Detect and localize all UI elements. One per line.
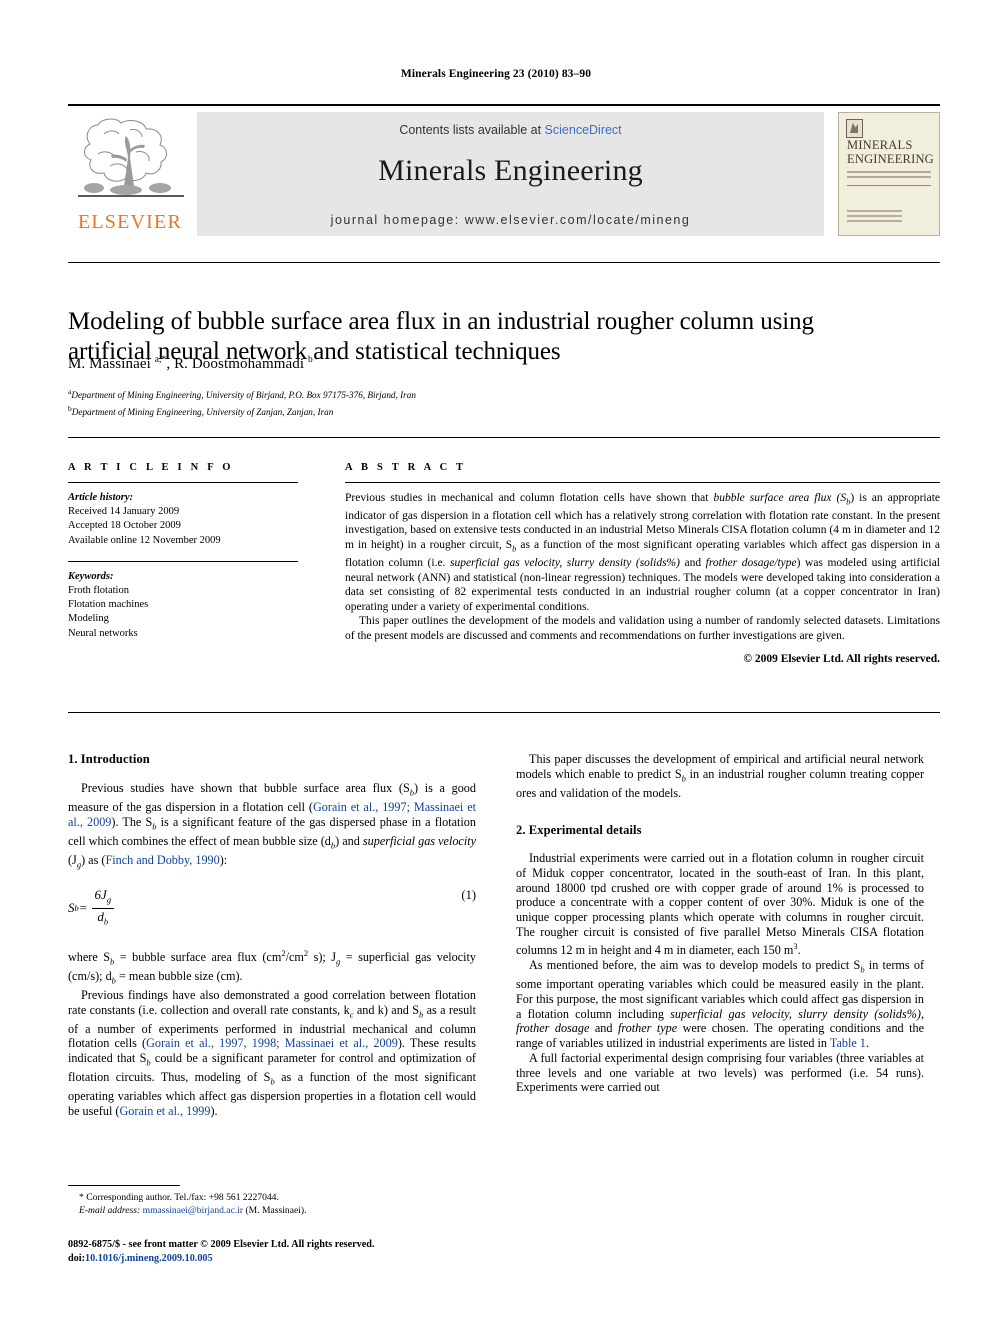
citation-link[interactable]: Gorain et al., 1997, 1998; Massinaei et … [146, 1036, 398, 1050]
body-column-right: This paper discusses the development of … [516, 752, 924, 1095]
footnote-rule [68, 1185, 180, 1186]
article-history-label: Article history: [68, 492, 134, 503]
intro-closing-paragraph: This paper discusses the development of … [516, 752, 924, 800]
keyword-item: Modeling [68, 613, 109, 625]
section-heading-experimental: 2. Experimental details [516, 822, 642, 837]
article-info-column: A R T I C L E I N F O Article history: R… [68, 462, 298, 641]
abstract-column: A B S T R A C T Previous studies in mech… [345, 462, 940, 666]
email-label: E-mail address: [79, 1204, 141, 1216]
equation-expression: Sb = 6Jg db [68, 887, 115, 930]
affiliation-a-text: Department of Mining Engineering, Univer… [71, 390, 416, 401]
elsevier-tree-icon [74, 114, 188, 202]
info-rule-1 [68, 482, 298, 483]
journal-cover-thumbnail: MINERALS ENGINEERING [838, 112, 940, 236]
affiliation-a: aDepartment of Mining Engineering, Unive… [68, 387, 416, 401]
cover-footer-lines [847, 210, 902, 225]
doi-label: doi: [68, 1252, 85, 1264]
paper-page: Minerals Engineering 23 (2010) 83–90 ELS… [0, 0, 992, 1323]
abstract-bottom-rule [68, 712, 940, 713]
citation-link[interactable]: Finch and Dobby, 1990 [105, 853, 219, 867]
author-names: M. Massinaei a,*, R. Doostmohammadi b [68, 355, 313, 372]
intro-paragraph-3: Previous findings have also demonstrated… [68, 987, 477, 1119]
equation-number: (1) [461, 887, 476, 902]
equation-1: Sb = 6Jg db (1) [68, 887, 476, 930]
elsevier-logo: ELSEVIER [68, 112, 196, 236]
sciencedirect-link[interactable]: ScienceDirect [545, 123, 622, 137]
intro-paragraph-2: where Sb = bubble surface area flux (cm2… [68, 947, 477, 986]
experimental-paragraph-1: Industrial experiments were carried out … [516, 851, 924, 958]
keyword-item: Neural networks [68, 627, 138, 639]
abstract-body: Previous studies in mechanical and colum… [345, 491, 940, 666]
running-head: Minerals Engineering 23 (2010) 83–90 [400, 68, 592, 80]
experimental-paragraph-2: As mentioned before, the aim was to deve… [516, 958, 924, 1051]
masthead-banner: Contents lists available at ScienceDirec… [196, 112, 824, 236]
email-line: E-mail address: mmassinaei@birjand.ac.ir… [68, 1205, 476, 1218]
history-item: Accepted 18 October 2009 [68, 520, 181, 532]
title-bottom-rule [68, 437, 940, 438]
journal-homepage-line[interactable]: journal homepage: www.elsevier.com/locat… [197, 213, 824, 227]
affiliations: aDepartment of Mining Engineering, Unive… [68, 385, 888, 419]
article-history-block: Article history: Received 14 January 200… [68, 491, 298, 548]
doi-line: doi:10.1016/j.mineng.2009.10.005 [68, 1252, 508, 1266]
citation-link[interactable]: Gorain et al., 1999 [119, 1104, 210, 1118]
affiliation-b-text: Department of Mining Engineering, Univer… [71, 407, 334, 418]
section-heading-introduction: 1. Introduction [68, 752, 150, 766]
corresponding-author-line: * Corresponding author. Tel./fax: +98 56… [79, 1192, 279, 1203]
abstract-paragraph-1: Previous studies in mechanical and colum… [345, 492, 941, 613]
experimental-paragraph-3: A full factorial experimental design com… [516, 1050, 924, 1095]
contents-prefix: Contents lists available at [399, 123, 545, 137]
journal-masthead: ELSEVIER Contents lists available at Sci… [68, 104, 940, 236]
article-info-heading: A R T I C L E I N F O [68, 462, 234, 473]
keyword-item: Flotation machines [68, 599, 149, 611]
cover-title-line1: MINERALS [847, 138, 913, 152]
equation-denominator: db [97, 909, 109, 927]
email-suffix: (M. Massinaei). [243, 1204, 307, 1216]
issn-line: 0892-6875/$ - see front matter © 2009 El… [68, 1239, 375, 1250]
email-link[interactable]: mmassinaei@birjand.ac.ir [143, 1205, 243, 1216]
info-rule-2 [68, 560, 298, 562]
keywords-block: Keywords: Froth flotation Flotation mach… [68, 570, 298, 641]
history-item: Received 14 January 2009 [68, 506, 180, 518]
abstract-rule [345, 482, 940, 483]
journal-title: Minerals Engineering [378, 154, 643, 187]
cover-title: MINERALS ENGINEERING [847, 138, 934, 166]
affiliation-b: bDepartment of Mining Engineering, Unive… [68, 404, 334, 418]
cover-elsevier-mark-icon [846, 119, 863, 138]
title-top-rule [68, 262, 940, 263]
intro-paragraph-1: Previous studies have shown that bubble … [68, 780, 476, 870]
equation-numerator: 6Jg [91, 887, 115, 910]
author-list: M. Massinaei a,*, R. Doostmohammadi b [68, 355, 888, 373]
corresponding-author-footnote: * Corresponding author. Tel./fax: +98 56… [68, 1185, 476, 1217]
cover-title-line2: ENGINEERING [847, 151, 934, 166]
cover-subtitle-lines [847, 171, 931, 181]
table-reference-link[interactable]: Table 1 [830, 1036, 866, 1050]
abstract-copyright: © 2009 Elsevier Ltd. All rights reserved… [743, 652, 940, 665]
body-column-left: 1. Introduction Previous studies have sh… [68, 752, 476, 1119]
imprint-block: 0892-6875/$ - see front matter © 2009 El… [68, 1238, 508, 1265]
history-item: Available online 12 November 2009 [68, 534, 221, 546]
abstract-paragraph-2: This paper outlines the development of t… [345, 615, 940, 642]
equation-fraction: 6Jg db [91, 887, 115, 930]
cover-divider [847, 185, 931, 186]
keywords-label: Keywords: [68, 570, 114, 582]
abstract-heading: A B S T R A C T [345, 462, 467, 473]
contents-available-line: Contents lists available at ScienceDirec… [197, 123, 824, 137]
doi-link[interactable]: 10.1016/j.mineng.2009.10.005 [85, 1253, 213, 1264]
elsevier-wordmark: ELSEVIER [77, 211, 183, 233]
keyword-item: Froth flotation [68, 585, 129, 597]
